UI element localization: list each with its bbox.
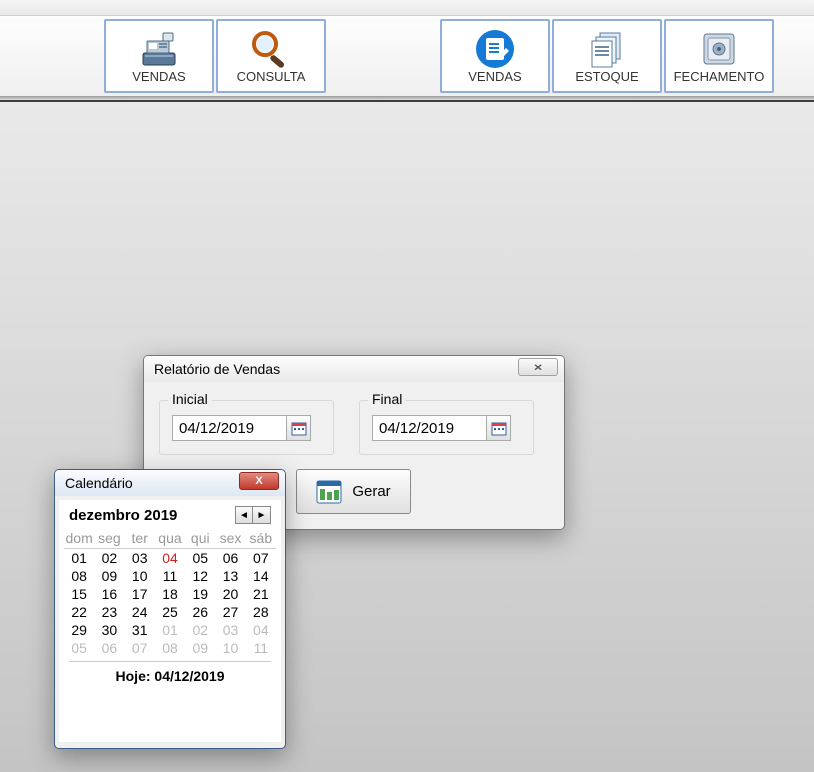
calendar-day[interactable]: 31: [125, 621, 155, 639]
calendar-prev-button[interactable]: ◄: [235, 506, 253, 524]
clipboard-edit-icon: [472, 29, 518, 69]
calendar-popup: Calendário X dezembro 2019 ◄ ► domsegter…: [54, 469, 286, 749]
calendar-day[interactable]: 30: [94, 621, 124, 639]
calendar-day[interactable]: 06: [94, 639, 124, 657]
calendar-day[interactable]: 11: [155, 567, 185, 585]
calendar-day[interactable]: 06: [215, 549, 245, 568]
close-icon: ✕: [533, 362, 542, 372]
calendar-weekday: sáb: [246, 528, 276, 549]
calendar-day[interactable]: 14: [246, 567, 276, 585]
calendar-header: dezembro 2019 ◄ ►: [59, 500, 281, 528]
calendar-day[interactable]: 19: [185, 585, 215, 603]
calendar-day[interactable]: 09: [185, 639, 215, 657]
toolbar-label: VENDAS: [132, 69, 185, 84]
initial-date-calendar-button[interactable]: [287, 415, 311, 441]
close-icon: X: [255, 475, 262, 487]
calendar-weekday: ter: [125, 528, 155, 549]
toolbar-label: CONSULTA: [237, 69, 306, 84]
calendar-day[interactable]: 07: [246, 549, 276, 568]
calendar-today-label[interactable]: Hoje: 04/12/2019: [59, 666, 281, 690]
mdi-workarea: Relatório de Vendas ✕ Inicial Final: [0, 100, 814, 772]
calendar-grid: domsegterquaquisexsáb 010203040506070809…: [64, 528, 276, 657]
calendar-day[interactable]: 26: [185, 603, 215, 621]
calendar-day[interactable]: 18: [155, 585, 185, 603]
calendar-day[interactable]: 25: [155, 603, 185, 621]
calendar-day[interactable]: 27: [215, 603, 245, 621]
calendar-day[interactable]: 23: [94, 603, 124, 621]
calendar-day[interactable]: 15: [64, 585, 94, 603]
calendar-day[interactable]: 28: [246, 603, 276, 621]
calendar-day[interactable]: 12: [185, 567, 215, 585]
calendar-month-label: dezembro 2019: [69, 507, 177, 524]
calendar-day[interactable]: 29: [64, 621, 94, 639]
dialog-titlebar[interactable]: Relatório de Vendas ✕: [144, 356, 564, 382]
chevron-right-icon: ►: [257, 510, 267, 521]
calendar-day[interactable]: 08: [64, 567, 94, 585]
calendar-weekday: dom: [64, 528, 94, 549]
calendar-title: Calendário: [65, 475, 133, 491]
toolbar-fechamento-button[interactable]: FECHAMENTO: [664, 19, 774, 93]
calendar-day[interactable]: 04: [246, 621, 276, 639]
calendar-day[interactable]: 01: [155, 621, 185, 639]
toolbar-label: VENDAS: [468, 69, 521, 84]
calendar-day[interactable]: 16: [94, 585, 124, 603]
final-date-group: Final: [359, 400, 534, 455]
final-date-input[interactable]: [372, 415, 487, 441]
calendar-day[interactable]: 03: [125, 549, 155, 568]
report-icon: [316, 480, 342, 504]
initial-date-label: Inicial: [168, 391, 212, 407]
calendar-weekday: sex: [215, 528, 245, 549]
calendar-day[interactable]: 13: [215, 567, 245, 585]
calendar-day[interactable]: 20: [215, 585, 245, 603]
magnifier-icon: [248, 29, 294, 69]
calendar-day[interactable]: 17: [125, 585, 155, 603]
calendar-day[interactable]: 10: [125, 567, 155, 585]
calendar-day[interactable]: 10: [215, 639, 245, 657]
calendar-day[interactable]: 05: [64, 639, 94, 657]
calendar-titlebar[interactable]: Calendário X: [55, 470, 285, 496]
cash-register-icon: [136, 29, 182, 69]
initial-date-input[interactable]: [172, 415, 287, 441]
toolbar-vendas-doc-button[interactable]: VENDAS: [440, 19, 550, 93]
calendar-day[interactable]: 03: [215, 621, 245, 639]
calendar-day[interactable]: 21: [246, 585, 276, 603]
calendar-day[interactable]: 24: [125, 603, 155, 621]
calendar-day[interactable]: 11: [246, 639, 276, 657]
toolbar-vendas-cash-button[interactable]: VENDAS: [104, 19, 214, 93]
toolbar-label: ESTOQUE: [575, 69, 638, 84]
calendar-day[interactable]: 05: [185, 549, 215, 568]
initial-date-group: Inicial: [159, 400, 334, 455]
main-toolbar: VENDAS CONSULTA VENDAS: [0, 16, 814, 96]
calendar-icon: [291, 420, 307, 436]
calendar-weekday: qua: [155, 528, 185, 549]
dialog-close-button[interactable]: ✕: [518, 358, 558, 376]
calendar-day[interactable]: 02: [94, 549, 124, 568]
generate-label: Gerar: [352, 483, 390, 500]
toolbar-label: FECHAMENTO: [674, 69, 765, 84]
dialog-title: Relatório de Vendas: [154, 361, 280, 377]
calendar-day[interactable]: 22: [64, 603, 94, 621]
calendar-day[interactable]: 07: [125, 639, 155, 657]
calendar-next-button[interactable]: ►: [253, 506, 271, 524]
toolbar-consulta-button[interactable]: CONSULTA: [216, 19, 326, 93]
safe-icon: [696, 29, 742, 69]
calendar-day[interactable]: 08: [155, 639, 185, 657]
calendar-weekday: qui: [185, 528, 215, 549]
generate-button[interactable]: Gerar: [296, 469, 411, 514]
calendar-day[interactable]: 02: [185, 621, 215, 639]
documents-stack-icon: [584, 29, 630, 69]
calendar-close-button[interactable]: X: [239, 472, 279, 490]
calendar-day[interactable]: 09: [94, 567, 124, 585]
menubar: [0, 0, 814, 16]
calendar-day[interactable]: 04: [155, 549, 185, 568]
calendar-icon: [491, 420, 507, 436]
calendar-weekday: seg: [94, 528, 124, 549]
chevron-left-icon: ◄: [239, 510, 249, 521]
final-date-calendar-button[interactable]: [487, 415, 511, 441]
calendar-day[interactable]: 01: [64, 549, 94, 568]
toolbar-estoque-button[interactable]: ESTOQUE: [552, 19, 662, 93]
final-date-label: Final: [368, 391, 406, 407]
